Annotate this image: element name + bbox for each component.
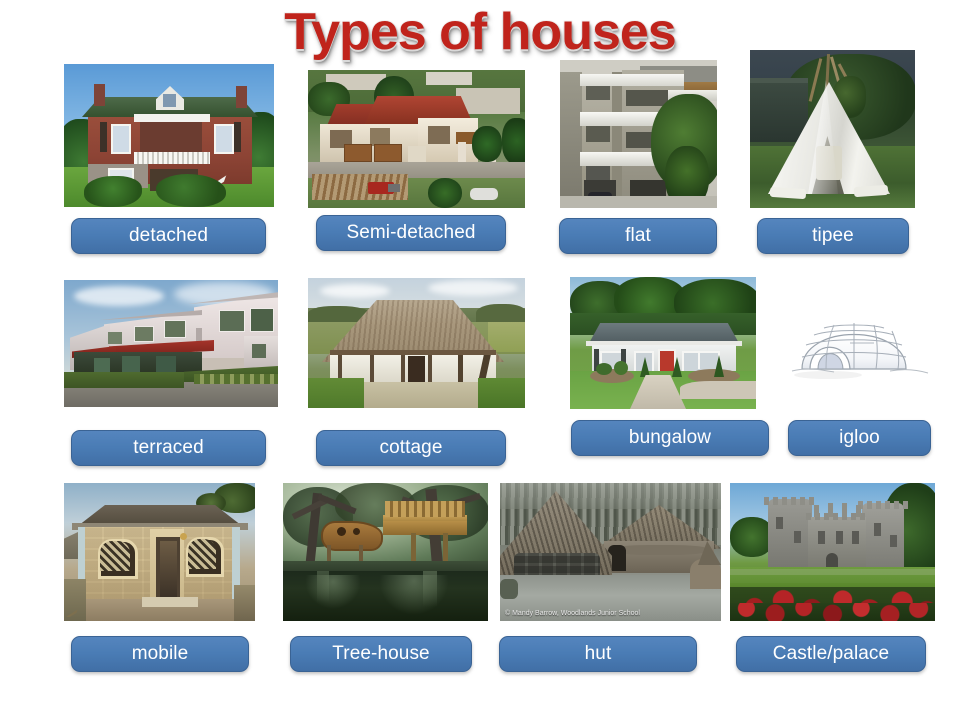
label-semi-detached[interactable]: Semi-detached	[316, 215, 506, 251]
label-bungalow[interactable]: bungalow	[571, 420, 769, 456]
label-terraced[interactable]: terraced	[71, 430, 266, 466]
label-mobile[interactable]: mobile	[71, 636, 249, 672]
label-text: mobile	[131, 643, 189, 664]
flat-apartment-block-photo	[560, 60, 717, 208]
label-text: igloo	[839, 427, 880, 448]
castle-palace-photo	[730, 483, 935, 621]
label-text: flat	[625, 225, 651, 246]
label-cottage[interactable]: cottage	[316, 430, 506, 466]
mobile-home-photo	[64, 483, 255, 621]
label-igloo[interactable]: igloo	[788, 420, 931, 456]
semi-detached-house-photo	[308, 70, 525, 208]
terraced-houses-photo	[64, 280, 278, 407]
hut-photo: © Mandy Barrow, Woodlands Junior School	[500, 483, 721, 621]
igloo-illustration	[788, 283, 934, 388]
label-text: Tree-house	[332, 643, 430, 664]
label-text: cottage	[379, 437, 443, 458]
label-text: terraced	[133, 437, 204, 458]
label-castle-palace[interactable]: Castle/palace	[736, 636, 926, 672]
cottage-photo	[308, 278, 525, 408]
label-flat[interactable]: flat	[559, 218, 717, 254]
hut-watermark: © Mandy Barrow, Woodlands Junior School	[505, 610, 640, 617]
label-text: Castle/palace	[772, 643, 890, 664]
label-text: tipee	[812, 225, 854, 246]
igloo-svg	[791, 323, 929, 379]
tipee-photo	[750, 50, 915, 208]
label-hut[interactable]: hut	[499, 636, 697, 672]
label-detached[interactable]: detached	[71, 218, 266, 254]
label-text: detached	[129, 225, 208, 246]
tree-house-photo	[283, 483, 488, 621]
label-text: hut	[584, 643, 612, 664]
label-tree-house[interactable]: Tree-house	[290, 636, 472, 672]
label-text: Semi-detached	[346, 222, 476, 243]
bungalow-photo	[570, 277, 756, 409]
detached-house-photo	[64, 64, 274, 207]
page-title: Types of houses	[283, 2, 677, 62]
label-text: bungalow	[628, 427, 712, 448]
label-tipee[interactable]: tipee	[757, 218, 909, 254]
